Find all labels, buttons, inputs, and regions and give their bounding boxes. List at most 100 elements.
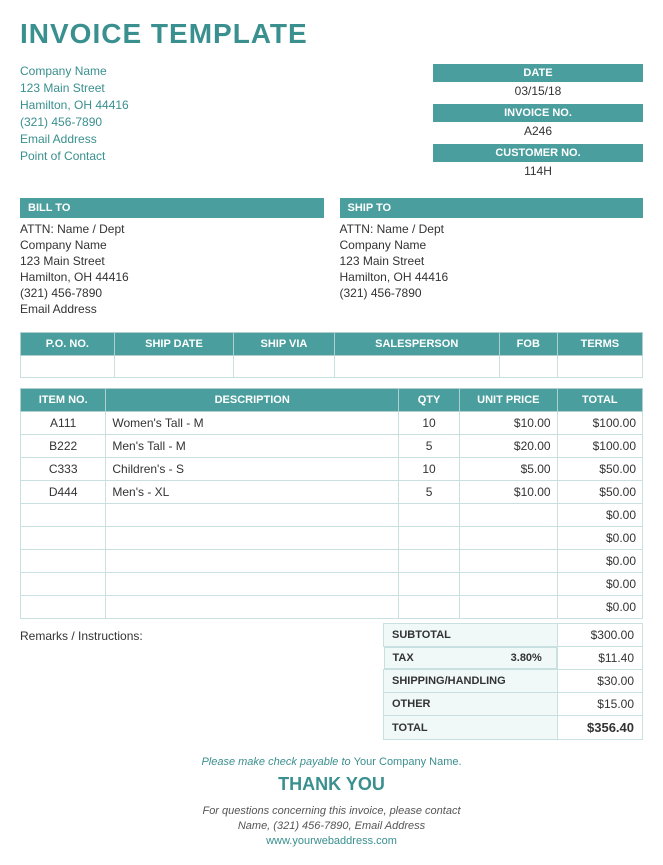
item-total: $100.00 (557, 435, 642, 458)
item-unit (460, 550, 558, 573)
item-unit (460, 504, 558, 527)
item-qty (399, 504, 460, 527)
items-table: ITEM NO. DESCRIPTION QTY UNIT PRICE TOTA… (20, 388, 643, 619)
po-header-shipdate: SHIP DATE (114, 333, 234, 356)
table-row: $0.00 (21, 504, 643, 527)
tax-pct: 3.80% (511, 652, 542, 664)
company-address1: 123 Main Street (20, 81, 129, 95)
items-header-item: ITEM NO. (21, 389, 106, 412)
po-row (21, 356, 643, 378)
date-value: 03/15/18 (433, 82, 643, 102)
other-value: $15.00 (557, 693, 642, 716)
item-desc (106, 504, 399, 527)
bill-to-address: ATTN: Name / Dept Company Name 123 Main … (20, 222, 324, 316)
bill-to-header: BILL TO (20, 198, 324, 218)
item-unit: $10.00 (460, 481, 558, 504)
check-company: Your Company Name. (354, 756, 462, 768)
item-qty: 5 (399, 481, 460, 504)
po-header-fob: FOB (499, 333, 557, 356)
item-unit: $10.00 (460, 412, 558, 435)
company-info: Company Name 123 Main Street Hamilton, O… (20, 64, 129, 184)
ship-address1: 123 Main Street (340, 254, 644, 268)
totals-section: SUBTOTAL $300.00 TAX 3.80% $11.40 SHIPPI… (383, 623, 643, 740)
bill-address2: Hamilton, OH 44416 (20, 270, 324, 284)
item-qty (399, 527, 460, 550)
bill-attn: ATTN: Name / Dept (20, 222, 324, 236)
item-desc (106, 550, 399, 573)
po-header-po: P.O. NO. (21, 333, 115, 356)
subtotal-value: $300.00 (557, 624, 642, 647)
item-total: $50.00 (557, 481, 642, 504)
company-phone: (321) 456-7890 (20, 115, 129, 129)
tax-value: $11.40 (557, 647, 642, 670)
item-no: C333 (21, 458, 106, 481)
item-total: $0.00 (557, 527, 642, 550)
company-contact: Point of Contact (20, 149, 129, 163)
table-row: A111 Women's Tall - M 10 $10.00 $100.00 (21, 412, 643, 435)
shipping-row: SHIPPING/HANDLING $30.00 (384, 670, 643, 693)
shipping-label: SHIPPING/HANDLING (384, 670, 558, 693)
table-row: $0.00 (21, 550, 643, 573)
tax-row: TAX 3.80% $11.40 (384, 647, 643, 670)
item-desc: Children's - S (106, 458, 399, 481)
thank-you: THANK YOU (20, 774, 643, 795)
po-table: P.O. NO. SHIP DATE SHIP VIA SALESPERSON … (20, 332, 643, 378)
bill-address1: 123 Main Street (20, 254, 324, 268)
footer-contact-line2: Name, (321) 456-7890, Email Address (20, 820, 643, 832)
item-total: $100.00 (557, 412, 642, 435)
company-address2: Hamilton, OH 44416 (20, 98, 129, 112)
bill-ship-section: BILL TO ATTN: Name / Dept Company Name 1… (20, 198, 643, 318)
date-label: DATE (433, 64, 643, 82)
ship-to-header: SHIP TO (340, 198, 644, 218)
ship-phone: (321) 456-7890 (340, 286, 644, 300)
po-header-terms: TERMS (557, 333, 642, 356)
item-qty (399, 550, 460, 573)
po-header-shipvia: SHIP VIA (234, 333, 334, 356)
ship-to-box: SHIP TO ATTN: Name / Dept Company Name 1… (340, 198, 644, 318)
items-header-total: TOTAL (557, 389, 642, 412)
ship-address2: Hamilton, OH 44416 (340, 270, 644, 284)
item-qty (399, 573, 460, 596)
table-row: B222 Men's Tall - M 5 $20.00 $100.00 (21, 435, 643, 458)
item-total: $0.00 (557, 596, 642, 619)
table-row: $0.00 (21, 596, 643, 619)
customer-row: CUSTOMER NO. 114H (433, 144, 643, 182)
other-row: OTHER $15.00 (384, 693, 643, 716)
tax-label: TAX (393, 652, 414, 664)
total-label: TOTAL (384, 716, 558, 740)
item-qty (399, 596, 460, 619)
item-qty: 10 (399, 458, 460, 481)
item-total: $0.00 (557, 550, 642, 573)
item-desc: Men's Tall - M (106, 435, 399, 458)
item-total: $0.00 (557, 573, 642, 596)
company-email: Email Address (20, 132, 129, 146)
item-no: B222 (21, 435, 106, 458)
table-row: $0.00 (21, 527, 643, 550)
ship-to-address: ATTN: Name / Dept Company Name 123 Main … (340, 222, 644, 300)
total-row: TOTAL $356.40 (384, 716, 643, 740)
items-header-unit: UNIT PRICE (460, 389, 558, 412)
invoice-row: INVOICE NO. A246 (433, 104, 643, 142)
check-text: Please make check payable to (201, 756, 350, 768)
footer-contact-line1: For questions concerning this invoice, p… (20, 805, 643, 817)
footer-section: Please make check payable to Your Compan… (20, 756, 643, 847)
remarks-section: Remarks / Instructions: (20, 623, 383, 740)
invoice-value: A246 (433, 122, 643, 142)
po-header-salesperson: SALESPERSON (334, 333, 499, 356)
item-unit: $5.00 (460, 458, 558, 481)
item-qty: 5 (399, 435, 460, 458)
table-row: D444 Men's - XL 5 $10.00 $50.00 (21, 481, 643, 504)
bill-email: Email Address (20, 302, 324, 316)
total-value: $356.40 (557, 716, 642, 740)
item-no (21, 527, 106, 550)
page-title: INVOICE TEMPLATE (20, 18, 643, 50)
item-desc (106, 596, 399, 619)
bill-phone: (321) 456-7890 (20, 286, 324, 300)
totals-table: SUBTOTAL $300.00 TAX 3.80% $11.40 SHIPPI… (383, 623, 643, 740)
bottom-section: Remarks / Instructions: SUBTOTAL $300.00… (20, 623, 643, 740)
item-desc: Men's - XL (106, 481, 399, 504)
company-name: Company Name (20, 64, 129, 78)
item-no (21, 573, 106, 596)
item-no: A111 (21, 412, 106, 435)
item-unit: $20.00 (460, 435, 558, 458)
